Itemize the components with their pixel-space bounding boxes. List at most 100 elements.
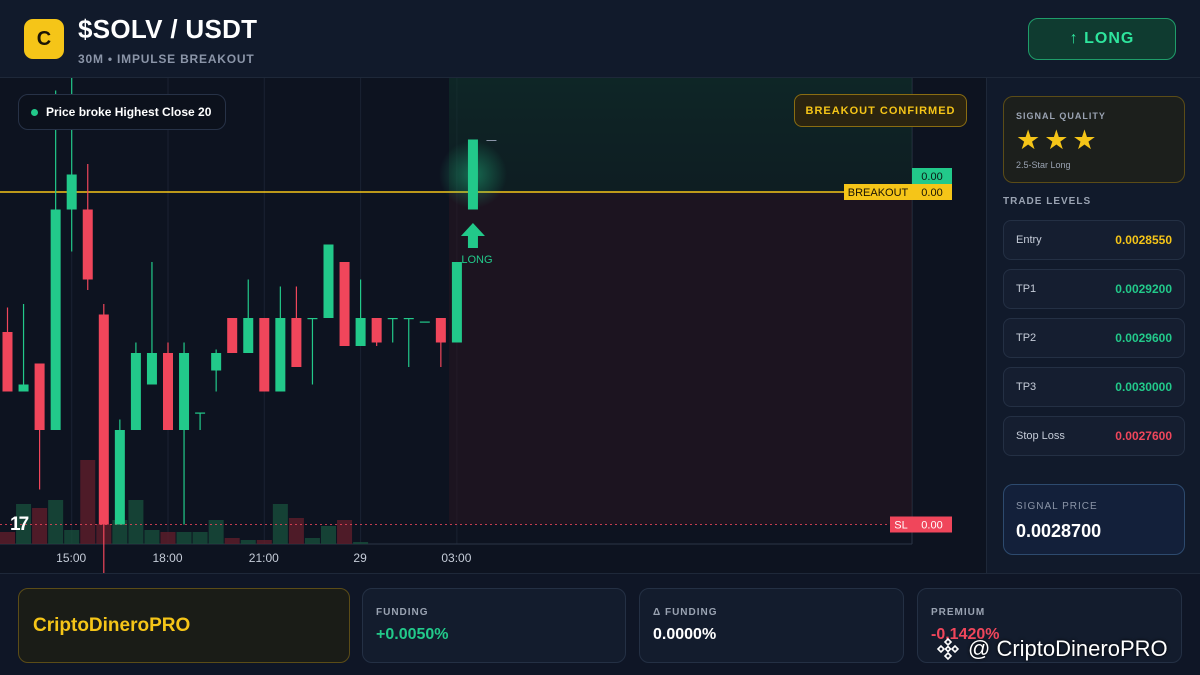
- volume-bar: [128, 500, 144, 544]
- watermark: @ CriptoDineroPRO: [936, 636, 1168, 662]
- time-tick-label: 18:00: [152, 551, 182, 565]
- candle-body: [435, 318, 446, 343]
- candle-body: [339, 262, 350, 346]
- candle-body: [403, 318, 414, 320]
- delta-funding-value: 0.0000%: [653, 626, 717, 643]
- level-tp3: TP3 0.0030000: [1003, 367, 1185, 407]
- time-tick-label: 15:00: [56, 551, 86, 565]
- indicator-badge: Price broke Highest Close 20: [18, 94, 227, 130]
- candle-body: [451, 262, 462, 343]
- level-tp2: TP2 0.0029600: [1003, 318, 1185, 358]
- breakout-confirmed-badge: BREAKOUT CONFIRMED: [794, 94, 967, 127]
- candle-body: [82, 209, 93, 280]
- level-name: Stop Loss: [1016, 430, 1065, 442]
- volume-bar: [353, 542, 369, 544]
- breakout-tag-value: 0.00: [921, 187, 942, 199]
- watermark-text: @ CriptoDineroPRO: [968, 636, 1168, 661]
- candle-body: [34, 363, 45, 430]
- candle-body: [179, 353, 190, 430]
- volume-bar: [304, 538, 320, 544]
- timeframe-subtitle: 30M • IMPULSE BREAKOUT: [78, 52, 255, 66]
- candle-body: [371, 318, 382, 343]
- candle-body: [291, 318, 302, 367]
- sl-tag-label: SL: [894, 520, 907, 532]
- level-value: 0.0029600: [1115, 331, 1172, 345]
- sl-tag: SL 0.00: [890, 516, 952, 533]
- candlestick-chart[interactable]: LONG TP10.000.00BREAKOUT0.00SL0.00 15:00…: [0, 78, 986, 573]
- level-name: TP1: [1016, 283, 1037, 295]
- candle-body: [66, 174, 77, 210]
- coin-logo: C: [24, 19, 64, 59]
- level-value: 0.0030000: [1115, 380, 1172, 394]
- candles: [2, 78, 507, 573]
- funding-label: FUNDING: [376, 607, 429, 618]
- breakout-tag-label: BREAKOUT: [848, 187, 909, 199]
- sl-tag-value: 0.00: [921, 520, 942, 532]
- time-tick-label: 29: [353, 551, 367, 565]
- candle-body: [211, 353, 222, 371]
- candle-body: [163, 353, 173, 430]
- current-price-tag: 0.00: [912, 168, 952, 184]
- funding-value: +0.0050%: [376, 626, 449, 643]
- time-tick-label: 21:00: [249, 551, 279, 565]
- level-name: Entry: [1016, 234, 1042, 246]
- level-name: TP3: [1016, 381, 1037, 393]
- volume-bar: [144, 530, 160, 544]
- candle-body: [243, 318, 254, 353]
- candle-body: [18, 384, 29, 392]
- volume-bar: [80, 460, 96, 544]
- volume-bar: [337, 520, 353, 544]
- candle-body: [307, 318, 318, 320]
- candle-body: [227, 318, 238, 353]
- volume-bar: [321, 526, 336, 544]
- level-value: 0.0028550: [1115, 233, 1172, 247]
- long-marker-label: LONG: [461, 254, 492, 266]
- volume-bar: [32, 508, 48, 544]
- signal-price-card: SIGNAL PRICE 0.0028700: [1003, 484, 1185, 555]
- volume-bar: [256, 540, 272, 544]
- candle-body: [195, 412, 206, 414]
- star-rating-icon: ★★★: [1016, 125, 1101, 155]
- binance-icon: [936, 637, 960, 661]
- trade-zones: [449, 78, 912, 525]
- stop-loss-zone: [449, 192, 912, 525]
- brand-card: CriptoDineroPRO: [18, 588, 350, 663]
- trade-levels-title: TRADE LEVELS: [1003, 196, 1092, 207]
- breakout-tag: BREAKOUT 0.00: [844, 184, 952, 200]
- time-tick-label: 03:00: [441, 551, 471, 565]
- volume-bar: [160, 532, 176, 544]
- long-button[interactable]: ↑ LONG: [1028, 18, 1176, 60]
- premium-label: PREMIUM: [931, 607, 986, 618]
- candle-body: [419, 321, 430, 323]
- price-chart-area[interactable]: LONG TP10.000.00BREAKOUT0.00SL0.00 15:00…: [0, 78, 986, 573]
- candle-body: [2, 332, 13, 392]
- candle-body: [114, 430, 125, 525]
- brand-name: CriptoDineroPRO: [33, 614, 191, 636]
- time-axis: 15:00 18:00 21:00 29 03:00: [56, 551, 472, 565]
- funding-card: FUNDING +0.0050%: [362, 588, 626, 663]
- volume-bar: [176, 532, 192, 544]
- volume-bar: [48, 500, 64, 544]
- tradingview-logo: 17: [10, 514, 29, 535]
- signal-quality-label: SIGNAL QUALITY: [1016, 111, 1106, 121]
- candle-body: [355, 318, 366, 346]
- candle-body: [146, 353, 157, 385]
- level-name: TP2: [1016, 332, 1037, 344]
- volume-bar: [240, 540, 256, 544]
- volume-bar: [208, 520, 224, 544]
- candle-body: [323, 244, 334, 318]
- signal-quality-card: SIGNAL QUALITY ★★★ 2.5-Star Long: [1003, 96, 1185, 183]
- level-stop-loss: Stop Loss 0.0027600: [1003, 416, 1185, 456]
- volume-bar: [288, 518, 304, 544]
- pair-title: $SOLV / USDT: [78, 14, 258, 44]
- delta-funding-label: Δ FUNDING: [653, 607, 718, 618]
- candle-body: [98, 314, 109, 525]
- signal-price-value: 0.0028700: [1016, 521, 1102, 541]
- candle-body: [275, 318, 286, 392]
- level-entry: Entry 0.0028550: [1003, 220, 1185, 260]
- level-value: 0.0029200: [1115, 282, 1172, 296]
- volume-bar: [192, 532, 208, 544]
- delta-funding-card: Δ FUNDING 0.0000%: [639, 588, 904, 663]
- header: C $SOLV / USDT 30M • IMPULSE BREAKOUT ↑ …: [0, 0, 1200, 78]
- candle-body: [50, 209, 61, 430]
